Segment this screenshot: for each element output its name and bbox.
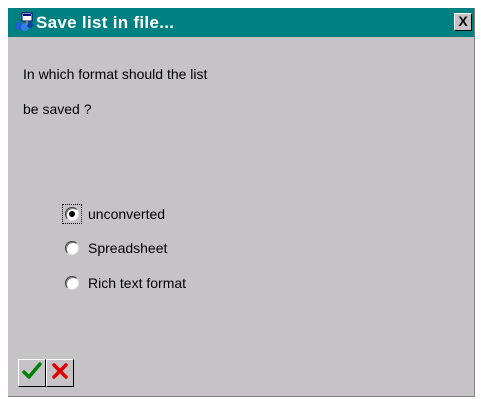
option-unconverted[interactable]: unconverted	[62, 203, 165, 225]
focus-rect	[62, 238, 82, 258]
save-list-icon	[13, 12, 35, 32]
save-list-dialog: Save list in file... X In which format s…	[8, 8, 475, 397]
prompt-line-2: be saved ?	[23, 101, 92, 117]
radio-rich-text-format[interactable]	[65, 276, 79, 290]
option-label: Spreadsheet	[88, 240, 168, 256]
radio-spreadsheet[interactable]	[65, 241, 79, 255]
title-bar[interactable]: Save list in file... X	[8, 8, 474, 37]
focus-rect	[62, 204, 82, 224]
green-checkmark-icon	[22, 361, 42, 386]
option-label: Rich text format	[88, 275, 187, 291]
cancel-button[interactable]	[46, 359, 74, 387]
focus-rect	[62, 273, 82, 293]
ok-button[interactable]	[18, 359, 46, 387]
prompt-line-1: In which format should the list	[23, 66, 208, 82]
option-spreadsheet[interactable]: Spreadsheet	[62, 237, 167, 259]
red-x-icon	[50, 361, 70, 386]
window-title: Save list in file...	[36, 13, 175, 32]
close-button[interactable]: X	[454, 13, 472, 31]
option-rich-text-format[interactable]: Rich text format	[62, 272, 186, 294]
option-label: unconverted	[88, 206, 166, 222]
radio-unconverted[interactable]	[65, 207, 79, 221]
